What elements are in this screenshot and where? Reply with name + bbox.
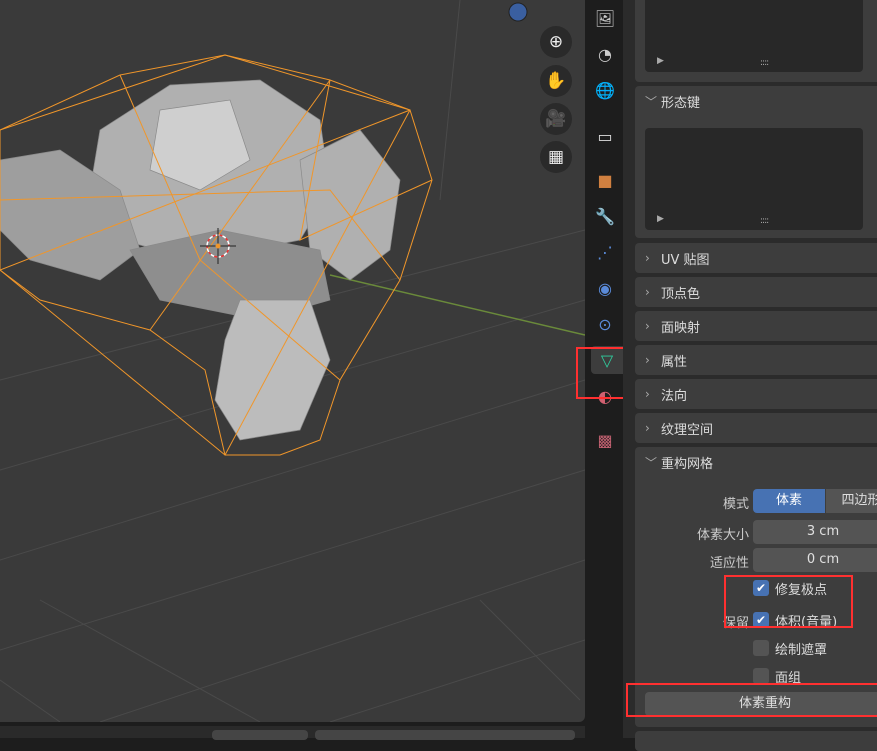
adaptivity-label: 适应性 [709,556,749,571]
panel-uv-maps[interactable]: › UV 贴图 [635,243,877,273]
play-icon[interactable]: ▶ [657,214,664,224]
panel-header[interactable]: ﹀ 重构网格 [635,447,877,477]
panel-title: 顶点色 [661,286,701,302]
scene-canvas [0,0,585,722]
panel-shape-keys: ﹀ 形态键 ▶ :::: [635,86,877,238]
footer-field[interactable] [212,730,308,740]
highlight-box [626,683,877,717]
panel-title: 法向 [661,388,688,404]
hand-pan-icon[interactable]: ✋ [540,65,572,97]
panel-normals[interactable]: › 法向 [635,379,877,409]
voxel-size-label: 体素大小 [696,528,749,543]
voxel-size-field[interactable]: 3 cm [753,520,877,544]
world-icon[interactable]: 🌐 [591,76,619,104]
chevron-right-icon: › [645,353,650,367]
adaptivity-field[interactable]: 0 cm [753,548,877,572]
panel-title: 属性 [661,354,688,370]
paint-mask-label: 绘制遮罩 [775,643,828,658]
list-box[interactable]: ▶ :::: [645,128,863,230]
object-icon[interactable]: ■ [591,166,619,194]
chevron-down-icon: ﹀ [645,455,658,470]
chevron-right-icon: › [645,319,650,333]
panel-header[interactable]: ﹀ 形态键 [635,86,877,116]
panel-title: 重构网格 [661,456,714,472]
list-box[interactable]: ▶ :::: [645,0,863,72]
mode-voxel-button[interactable]: 体素 [753,489,825,513]
panel-title: 面映射 [661,320,701,336]
mode-label: 模式 [722,497,749,512]
axis-gizmo-icon [508,2,528,22]
footer-field[interactable] [315,730,575,740]
play-icon[interactable]: ▶ [657,56,664,66]
chevron-right-icon: › [645,387,650,401]
3d-viewport[interactable]: ⊕ ✋ 🎥 ▦ [0,0,585,722]
chevron-down-icon: ﹀ [645,94,658,109]
chevron-right-icon: › [645,421,650,435]
resize-grip[interactable]: :::: [760,216,769,226]
constraints-icon[interactable]: ⊙ [591,310,619,338]
chevron-right-icon: › [645,251,650,265]
modifier-icon[interactable]: 🔧 [591,202,619,230]
camera-icon[interactable]: 🎥 [540,103,572,135]
texture-icon[interactable]: ▩ [591,426,619,454]
panel-vertex-colors[interactable]: › 顶点色 [635,277,877,307]
particles-icon[interactable]: ⋰ [591,238,619,266]
panel-title: 纹理空间 [661,422,714,438]
view-layer-icon[interactable]: ◔ [591,40,619,68]
paint-mask-checkbox[interactable] [753,640,769,656]
chevron-right-icon: › [645,285,650,299]
viewport-footer [0,726,585,740]
mode-quad-button[interactable]: 四边形 [826,489,877,513]
mode-row: 模式 体素 四边形 [635,489,877,513]
highlight-box [724,575,853,628]
physics-icon[interactable]: ◉ [591,274,619,302]
grid-icon[interactable]: ▦ [540,141,572,173]
resize-grip[interactable]: :::: [760,58,769,68]
panel-texture-space[interactable]: › 纹理空间 [635,413,877,443]
panel-vertex-groups: ▶ :::: [635,0,877,82]
panel-attributes[interactable]: › 属性 [635,345,877,375]
panel-next [635,731,877,751]
zoom-icon[interactable]: ⊕ [540,26,572,58]
render-output-icon[interactable]: 🖼 [591,4,619,32]
panel-title: UV 贴图 [661,252,710,268]
panel-face-maps[interactable]: › 面映射 [635,311,877,341]
panel-title: 形态键 [661,95,701,111]
collection-icon[interactable]: ▭ [591,122,619,150]
face-sets-checkbox[interactable] [753,668,769,684]
